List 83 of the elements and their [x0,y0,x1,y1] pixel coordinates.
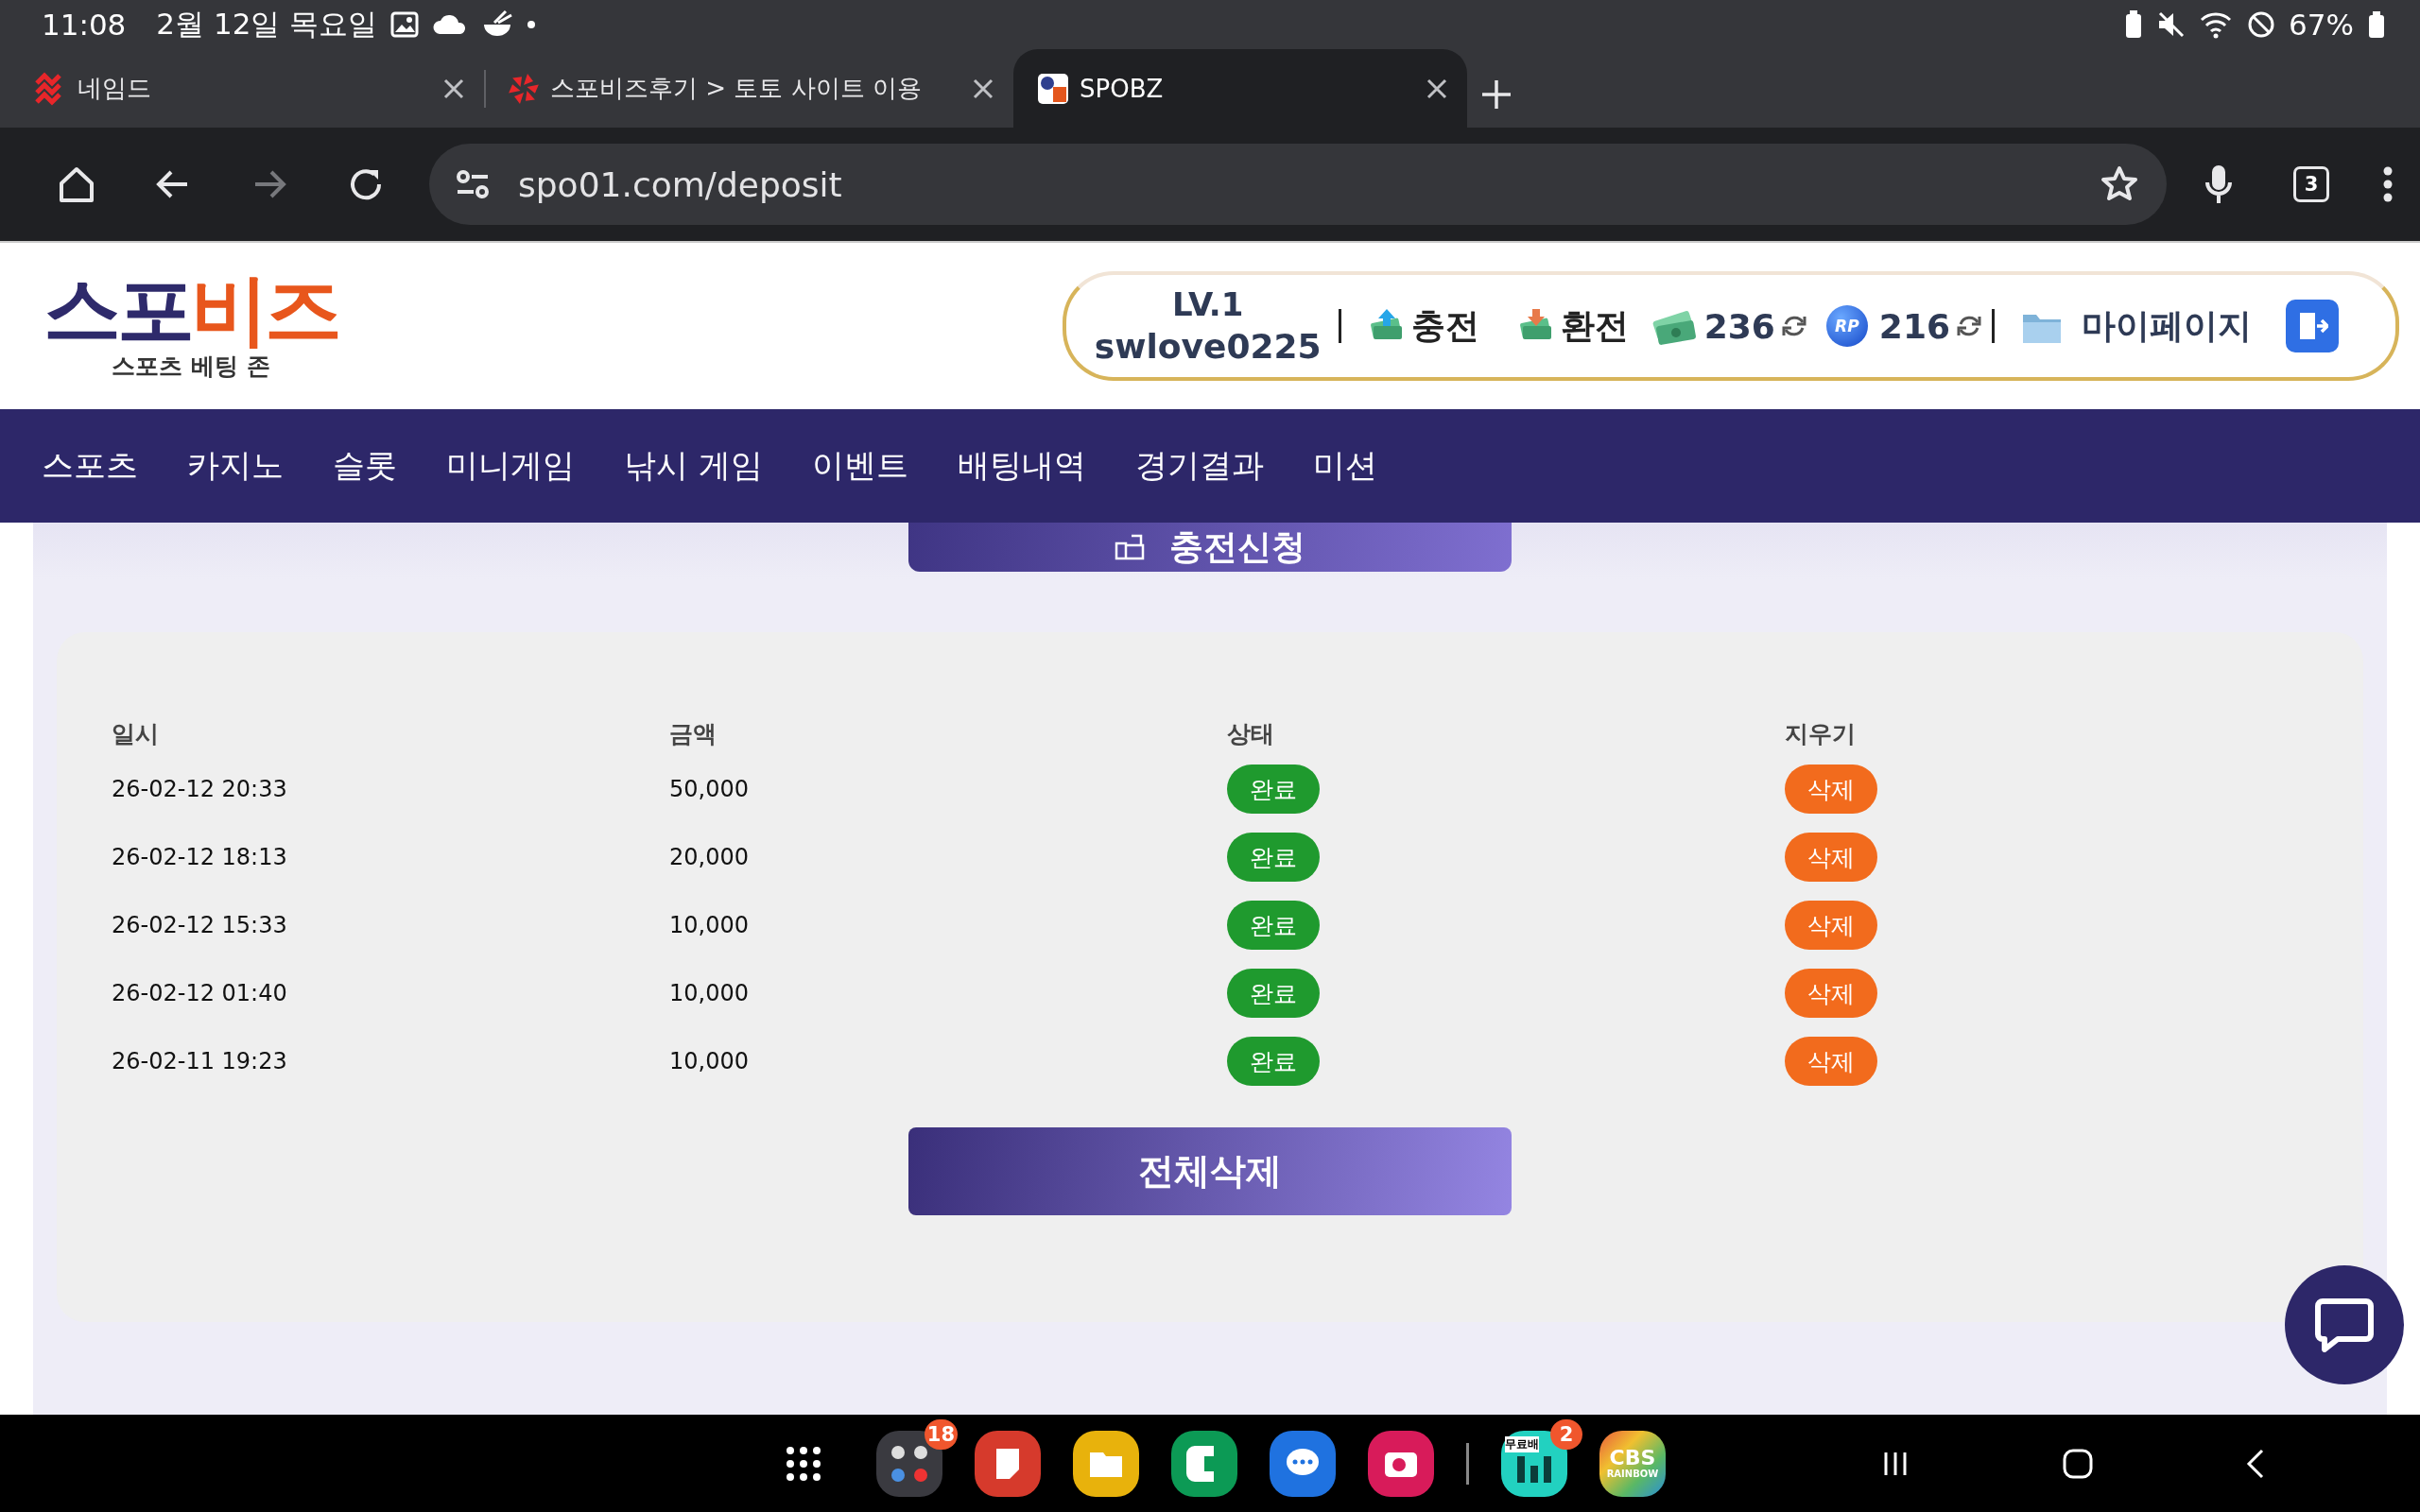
new-tab-icon[interactable] [1480,78,1512,111]
site-logo[interactable]: 스포비즈 [43,270,338,349]
money-balance: 236 [1703,306,1775,346]
nav-menu-item[interactable]: 낚시 게임 [624,444,763,488]
tab-count-button[interactable]: 3 [2293,166,2329,202]
notification-badge: 18 [924,1418,958,1450]
table-cell-text: 50,000 [669,776,750,802]
table-cell-text: 10,000 [669,980,750,1006]
table-cell-text: 10,000 [669,912,750,938]
camera-app-icon[interactable] [1368,1430,1434,1497]
nav-menu-item[interactable]: 카지노 [187,444,284,488]
status-badge: 완료 [1227,765,1320,814]
home-icon[interactable] [57,164,96,204]
back-button-icon[interactable] [2245,1447,2266,1480]
address-bar[interactable]: spo01.com/deposit [429,144,2167,225]
more-menu-icon[interactable] [2382,165,2394,203]
status-badge: 완료 [1227,1037,1320,1086]
nav-menu-item[interactable]: 미니게임 [446,444,575,488]
exchange-link[interactable]: 환전 [1516,302,1629,350]
notification-badge: 2 [1550,1418,1582,1450]
status-date: 2월 12일 목요일 [156,6,378,43]
charge-link[interactable]: 충전 [1367,302,1479,350]
home-button-icon[interactable] [2062,1447,2094,1480]
status-badge: 완료 [1227,969,1320,1018]
table-cell-text: 26-02-12 15:33 [112,912,288,938]
column-header: 금액 [669,718,717,749]
column-header: 상태 [1227,718,1275,749]
microphone-icon[interactable] [2204,163,2233,205]
close-icon [972,77,994,100]
browser-tab[interactable]: 네임드 [11,49,484,128]
mypage-link[interactable]: 마이페이지 [2021,302,2252,350]
table-cell-text: 10,000 [669,1048,750,1074]
status-badge: 완료 [1227,901,1320,950]
battery-icon [2367,10,2386,39]
star-outline-icon[interactable] [2100,165,2138,203]
status-badge: 완료 [1227,833,1320,882]
close-tab-button[interactable] [1426,77,1448,100]
close-tab-button[interactable] [442,77,465,100]
tab-title: 네임드 [78,73,152,104]
nav-menu-item[interactable]: 이벤트 [811,444,908,488]
nav-menu-item[interactable]: 스포츠 [42,444,138,488]
user-level: LV.1 [1171,284,1244,325]
url-text: spo01.com/deposit [518,164,843,204]
points-balance: 216 [1878,306,1950,346]
phone-app-icon[interactable] [1171,1430,1237,1497]
browser-tab[interactable]: 스포비즈후기 > 토토 사이트 이용 [484,49,1013,128]
table-cell-text: 26-02-11 19:23 [112,1048,288,1074]
app-grid-icon[interactable] [785,1444,822,1483]
rp-coin-icon: RP [1825,305,1868,347]
battery-percent: 67% [2289,8,2354,42]
table-cell-text: 26-02-12 01:40 [112,980,288,1006]
favicon-icon [1036,71,1070,106]
column-header: 지우기 [1785,718,1857,749]
table-cell-text: 26-02-12 20:33 [112,776,288,802]
clock-time: 11:08 [42,8,127,42]
blocked-icon [2247,10,2276,39]
close-tab-button[interactable] [972,77,994,100]
dot-icon [527,20,537,29]
delete-all-button[interactable]: 전체삭제 [908,1127,1512,1215]
app-label: 무료배 [1505,1435,1539,1452]
files-app-icon[interactable] [1073,1430,1139,1497]
nav-menu-item[interactable]: 배팅내역 [957,444,1086,488]
tab-title: 스포비즈후기 > 토토 사이트 이용 [550,73,923,104]
battery-saver-icon [2124,10,2144,39]
nav-menu-item[interactable]: 미션 [1312,444,1377,488]
table-cell-text: 26-02-12 18:13 [112,844,288,870]
messages-app-icon[interactable] [1270,1430,1336,1497]
tab-title: SPOBZ [1080,74,1165,103]
close-icon [442,77,465,100]
browser-tab[interactable]: SPOBZ [1013,49,1467,128]
nav-menu-item[interactable]: 경기결과 [1134,444,1264,488]
apply-button[interactable]: 충전신청 [908,523,1512,572]
username: swlove0225 [1094,325,1322,368]
chat-bubble-icon [2315,1297,2374,1352]
close-icon [1426,77,1448,100]
logo-tagline: 스포츠 베팅 존 [112,351,270,382]
logout-button[interactable] [2286,300,2339,352]
image-icon [390,11,420,38]
table-cell-text: 20,000 [669,844,750,870]
site-settings-icon[interactable] [456,169,490,199]
nav-menu-item[interactable]: 슬롯 [333,444,397,488]
column-header: 일시 [112,718,160,749]
notes-app-icon[interactable] [975,1430,1041,1497]
